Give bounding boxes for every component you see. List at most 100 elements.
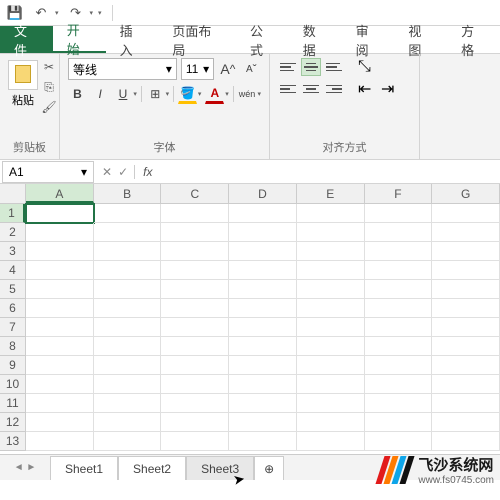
- cell[interactable]: [297, 375, 365, 394]
- cell[interactable]: [432, 299, 500, 318]
- fx-icon[interactable]: fx: [135, 165, 160, 179]
- cell[interactable]: [94, 261, 162, 280]
- chevron-down-icon[interactable]: ▾: [55, 9, 59, 17]
- align-bottom-icon[interactable]: [324, 58, 344, 76]
- align-middle-icon[interactable]: [301, 58, 321, 76]
- cell[interactable]: [229, 337, 297, 356]
- row-header[interactable]: 11: [0, 394, 25, 413]
- cell[interactable]: [229, 204, 297, 223]
- cell[interactable]: [26, 337, 94, 356]
- italic-button[interactable]: I: [91, 84, 110, 104]
- cell[interactable]: [432, 413, 500, 432]
- undo-icon[interactable]: ↶: [32, 4, 50, 22]
- format-painter-icon[interactable]: 🖌: [40, 98, 58, 116]
- sheet-nav[interactable]: ◄ ►: [0, 462, 50, 473]
- row-header[interactable]: 3: [0, 242, 25, 261]
- tab-page-layout[interactable]: 页面布局: [158, 26, 236, 53]
- chevron-down-icon[interactable]: ▾: [133, 90, 137, 98]
- cell[interactable]: [229, 223, 297, 242]
- cell[interactable]: [26, 375, 94, 394]
- cell[interactable]: [94, 356, 162, 375]
- cell[interactable]: [297, 242, 365, 261]
- cell[interactable]: [432, 318, 500, 337]
- decrease-indent-icon[interactable]: ⇤: [356, 80, 376, 98]
- cell[interactable]: [229, 394, 297, 413]
- sheet-tab[interactable]: Sheet2: [118, 456, 186, 480]
- confirm-icon[interactable]: ✓: [118, 165, 128, 179]
- column-header[interactable]: E: [297, 184, 365, 203]
- phonetic-button[interactable]: wén: [238, 84, 257, 104]
- cell[interactable]: [161, 375, 229, 394]
- row-header[interactable]: 8: [0, 337, 25, 356]
- cell[interactable]: [94, 318, 162, 337]
- cell[interactable]: [297, 413, 365, 432]
- cell[interactable]: [365, 337, 433, 356]
- cell[interactable]: [297, 337, 365, 356]
- tab-review[interactable]: 审阅: [342, 26, 395, 53]
- select-all-corner[interactable]: [0, 184, 26, 204]
- row-header[interactable]: 10: [0, 375, 25, 394]
- cell[interactable]: [26, 299, 94, 318]
- cell[interactable]: [432, 337, 500, 356]
- cell[interactable]: [229, 356, 297, 375]
- new-sheet-button[interactable]: ⊕: [254, 456, 284, 480]
- cell[interactable]: [26, 318, 94, 337]
- cell[interactable]: [161, 394, 229, 413]
- cell[interactable]: [229, 299, 297, 318]
- cell[interactable]: [229, 413, 297, 432]
- save-icon[interactable]: 💾: [6, 4, 24, 22]
- cell[interactable]: [365, 375, 433, 394]
- cell[interactable]: [365, 413, 433, 432]
- cell[interactable]: [26, 280, 94, 299]
- sheet-tab[interactable]: Sheet1: [50, 456, 118, 480]
- row-header[interactable]: 12: [0, 413, 25, 432]
- cell[interactable]: [26, 356, 94, 375]
- cell[interactable]: [297, 318, 365, 337]
- tab-home[interactable]: 开始: [53, 26, 106, 53]
- font-size-select[interactable]: 11▾: [181, 58, 214, 80]
- column-header[interactable]: C: [161, 184, 229, 203]
- align-top-icon[interactable]: [278, 58, 298, 76]
- cell[interactable]: [365, 356, 433, 375]
- tab-view[interactable]: 视图: [394, 26, 447, 53]
- font-name-select[interactable]: 等线▾: [68, 58, 177, 80]
- tab-square[interactable]: 方格: [447, 26, 500, 53]
- sheet-tab[interactable]: Sheet3➤: [186, 456, 254, 480]
- cell[interactable]: [365, 394, 433, 413]
- cell[interactable]: [365, 242, 433, 261]
- font-color-button[interactable]: A: [205, 84, 224, 104]
- bold-button[interactable]: B: [68, 84, 87, 104]
- cell[interactable]: [161, 299, 229, 318]
- tab-file[interactable]: 文件: [0, 26, 53, 53]
- border-button[interactable]: ⊞: [146, 84, 165, 104]
- cell[interactable]: [229, 375, 297, 394]
- cell[interactable]: [94, 337, 162, 356]
- row-header[interactable]: 13: [0, 432, 25, 451]
- tab-formulas[interactable]: 公式: [236, 26, 289, 53]
- column-header[interactable]: G: [432, 184, 500, 203]
- cell[interactable]: [432, 261, 500, 280]
- decrease-font-icon[interactable]: Aˇ: [242, 59, 261, 79]
- cell[interactable]: [365, 280, 433, 299]
- cell[interactable]: [229, 318, 297, 337]
- cell[interactable]: [297, 223, 365, 242]
- cell[interactable]: [432, 375, 500, 394]
- cell[interactable]: [229, 432, 297, 451]
- column-header[interactable]: A: [26, 184, 94, 203]
- tab-insert[interactable]: 插入: [106, 26, 159, 53]
- cell[interactable]: [161, 356, 229, 375]
- name-box[interactable]: A1▾: [2, 161, 94, 183]
- chevron-down-icon[interactable]: ▾: [257, 90, 261, 98]
- cut-icon[interactable]: ✂: [40, 58, 58, 76]
- cell[interactable]: [229, 261, 297, 280]
- cell[interactable]: [229, 242, 297, 261]
- chevron-down-icon[interactable]: ▾: [166, 90, 170, 98]
- row-header[interactable]: 5: [0, 280, 25, 299]
- cell[interactable]: [365, 204, 433, 223]
- cell[interactable]: [26, 413, 94, 432]
- cell[interactable]: [432, 394, 500, 413]
- chevron-down-icon[interactable]: ▾: [198, 90, 202, 98]
- paste-button[interactable]: 粘贴: [8, 58, 38, 116]
- cell[interactable]: [297, 261, 365, 280]
- cell[interactable]: [432, 432, 500, 451]
